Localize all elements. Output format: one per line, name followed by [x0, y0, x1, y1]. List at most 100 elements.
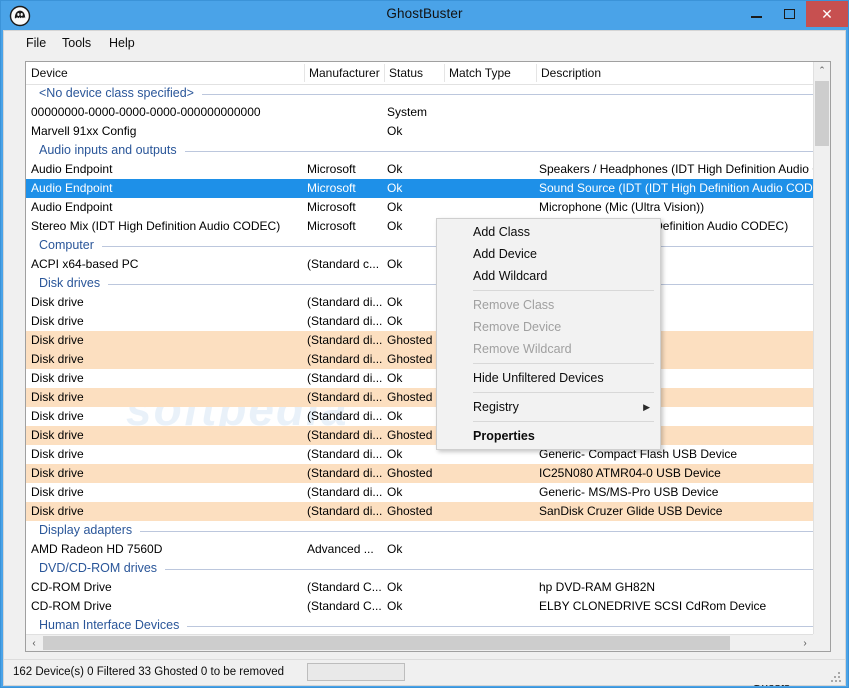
context-menu-item-label: Properties	[473, 429, 535, 443]
device-cell: Disk drive	[31, 333, 84, 347]
table-row[interactable]: Audio Endpoint Microsoft Ok Sound Source (I…	[26, 179, 830, 198]
column-divider[interactable]	[304, 64, 305, 82]
column-header-status[interactable]: Status	[389, 66, 423, 80]
context-menu-separator	[473, 421, 654, 422]
vertical-scrollbar[interactable]: ⌃ ⌄	[813, 62, 830, 651]
table-row[interactable]: Disk drive (Standard di... Ok	[26, 312, 830, 331]
context-menu-item-label: Remove Class	[473, 298, 555, 312]
description-cell: ELBY CLONEDRIVE SCSI CdRom Device	[539, 599, 767, 613]
status-cell: System	[387, 105, 428, 119]
table-row[interactable]: Disk drive(Standard di...GhostedUSB Devi…	[26, 426, 830, 445]
context-menu-item[interactable]: Hide Unfiltered Devices	[437, 367, 660, 389]
table-row[interactable]: Disk drive (Standard di... Ok	[26, 293, 830, 312]
horizontal-scrollbar[interactable]: ‹ ›	[26, 634, 813, 651]
status-cell: Ok	[387, 447, 403, 461]
table-row[interactable]: Disk drive (Standard di... Ghosted IC25N080…	[26, 464, 830, 483]
list-group-header: Human Interface Devices	[26, 616, 830, 635]
status-cell: Ok	[387, 599, 403, 613]
table-row[interactable]: Disk drive (Standard di... Ghosted	[26, 350, 830, 369]
status-cell: Ok	[387, 219, 403, 233]
manufacturer-cell: (Standard di...	[307, 333, 382, 347]
column-divider[interactable]	[444, 64, 445, 82]
table-row[interactable]: Disk drive (Standard di... Ok Generic- Comp…	[26, 445, 830, 464]
menu-help[interactable]: Help	[109, 36, 135, 50]
table-row[interactable]: Disk drive (Standard di... Ok Generic- MS/M…	[26, 483, 830, 502]
scroll-up-icon[interactable]: ⌃	[814, 62, 830, 79]
list-group-header: Display adapters	[26, 521, 830, 540]
table-row[interactable]: ACPI x64-based PC (Standard c... Ok	[26, 255, 830, 274]
description-cell: SanDisk Cruzer Glide USB Device	[539, 504, 723, 518]
table-row[interactable]: Marvell 91xx Config Ok	[26, 122, 830, 141]
scroll-left-icon[interactable]: ‹	[26, 635, 42, 651]
device-cell: 00000000-0000-0000-0000-000000000000	[31, 105, 261, 119]
context-menu-item[interactable]: Properties	[437, 425, 660, 447]
list-group-label: Audio inputs and outputs	[39, 143, 183, 157]
status-cell: Ok	[387, 257, 403, 271]
description-cell: Microphone (Mic (Ultra Vision))	[539, 200, 705, 214]
table-row[interactable]: Audio Endpoint Microsoft Ok Microphone (Mic…	[26, 198, 830, 217]
context-menu-item[interactable]: Add Device	[437, 243, 660, 265]
device-cell: Marvell 91xx Config	[31, 124, 137, 138]
vertical-scrollbar-thumb[interactable]	[815, 81, 829, 146]
table-row[interactable]: Disk drive (Standard di... Ghosted SanDisk …	[26, 502, 830, 521]
context-menu-item: Remove Class	[437, 294, 660, 316]
resize-grip-icon[interactable]	[831, 672, 841, 682]
manufacturer-cell: Advanced ...	[307, 542, 374, 556]
device-cell: Disk drive	[31, 485, 84, 499]
table-row[interactable]: Disk drive(Standard di...Ok2	[26, 407, 830, 426]
column-divider[interactable]	[536, 64, 537, 82]
context-menu-item[interactable]: Add Wildcard	[437, 265, 660, 287]
scroll-right-icon[interactable]: ›	[797, 635, 813, 651]
manufacturer-cell: (Standard di...	[307, 428, 382, 442]
manufacturer-cell: Microsoft	[307, 200, 356, 214]
list-group-rule	[185, 151, 814, 152]
manufacturer-cell: (Standard c...	[307, 257, 380, 271]
device-cell: ACPI x64-based PC	[31, 257, 139, 271]
table-row[interactable]: Disk drive (Standard di... Ok	[26, 369, 830, 388]
column-header-description[interactable]: Description	[541, 66, 601, 80]
manufacturer-cell: (Standard C...	[307, 580, 382, 594]
device-list[interactable]: Device Manufacturer Status Match Type De…	[25, 61, 831, 652]
context-menu-item-label: Hide Unfiltered Devices	[473, 371, 604, 385]
manufacturer-cell: (Standard di...	[307, 504, 382, 518]
table-row[interactable]: Disk drive (Standard di... Ghosted	[26, 331, 830, 350]
menu-tools[interactable]: Tools	[62, 36, 91, 50]
context-menu-item[interactable]: Registry ▶	[437, 396, 660, 418]
minimize-button[interactable]	[740, 1, 773, 27]
horizontal-scrollbar-thumb[interactable]	[43, 636, 730, 650]
device-cell: Disk drive	[31, 466, 84, 480]
table-row[interactable]: CD-ROM Drive (Standard C... Ok ELBY CLONEDR…	[26, 597, 830, 616]
manufacturer-cell: (Standard C...	[307, 599, 382, 613]
manufacturer-cell: (Standard di...	[307, 409, 382, 423]
manufacturer-cell: (Standard di...	[307, 485, 382, 499]
table-row[interactable]: 00000000-0000-0000-0000-000000000000 Syst…	[26, 103, 830, 122]
menu-file[interactable]: File	[26, 36, 46, 50]
manufacturer-cell: (Standard di...	[307, 314, 382, 328]
table-row[interactable]: Disk drive(Standard di...Ghosted2A7B2	[26, 388, 830, 407]
column-header-manufacturer[interactable]: Manufacturer	[309, 66, 380, 80]
device-cell: AMD Radeon HD 7560D	[31, 542, 163, 556]
context-menu-separator	[473, 290, 654, 291]
list-group-header: Audio inputs and outputs	[26, 141, 830, 160]
context-menu-item[interactable]: Add Class	[437, 221, 660, 243]
list-group-label: Human Interface Devices	[39, 618, 186, 632]
list-group-rule	[140, 531, 814, 532]
list-group-label: DVD/CD-ROM drives	[39, 561, 164, 575]
device-cell: Disk drive	[31, 409, 84, 423]
column-header-device[interactable]: Device	[31, 66, 68, 80]
column-divider[interactable]	[384, 64, 385, 82]
context-menu[interactable]: Add Class Add Device Add Wildcard Remove Cl…	[436, 218, 661, 450]
column-header-match-type[interactable]: Match Type	[449, 66, 511, 80]
list-group-rule	[202, 94, 814, 95]
description-cell: Speakers / Headphones (IDT High Definiti…	[539, 162, 829, 176]
table-row[interactable]: CD-ROM Drive (Standard C... Ok hp DVD-RAM G…	[26, 578, 830, 597]
context-menu-separator	[473, 392, 654, 393]
status-text: 162 Device(s) 0 Filtered 33 Ghosted 0 to…	[13, 666, 285, 678]
table-row[interactable]: Stereo Mix (IDT High Definition Audio CO…	[26, 217, 830, 236]
table-row[interactable]: AMD Radeon HD 7560D Advanced ... Ok	[26, 540, 830, 559]
context-menu-item-label: Add Class	[473, 225, 530, 239]
context-menu-item-label: Remove Device	[473, 320, 562, 334]
close-button[interactable]: ✕	[806, 1, 848, 27]
table-row[interactable]: Audio Endpoint Microsoft Ok Speakers / Head…	[26, 160, 830, 179]
maximize-button[interactable]	[773, 1, 806, 27]
